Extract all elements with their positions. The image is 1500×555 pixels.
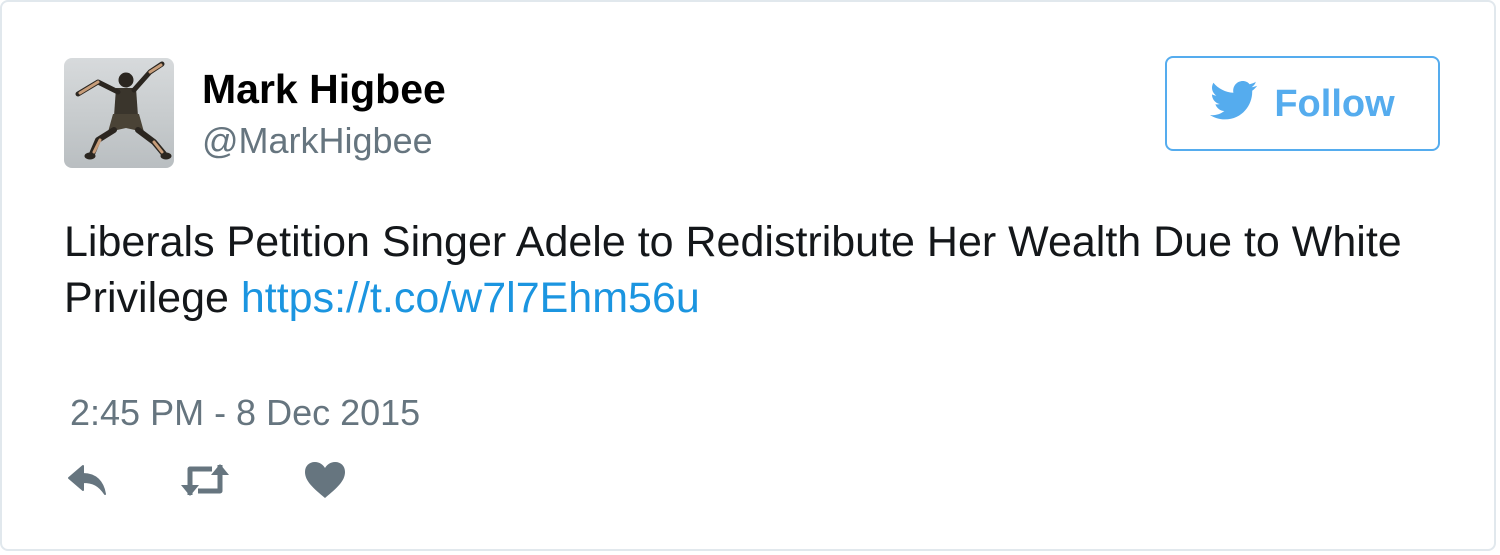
twitter-bird-icon (1210, 81, 1258, 126)
tweet-timestamp[interactable]: 2:45 PM - 8 Dec 2015 (70, 390, 420, 436)
author-name[interactable]: Mark Higbee (202, 64, 446, 114)
tweet-link[interactable]: https://t.co/w7l7Ehm56u (241, 274, 700, 322)
follow-button[interactable]: Follow (1165, 56, 1440, 151)
heart-icon (305, 462, 345, 498)
avatar[interactable] (64, 58, 174, 168)
retweet-icon (181, 464, 229, 496)
like-button[interactable] (302, 458, 348, 502)
reply-icon (68, 465, 106, 495)
retweet-button[interactable] (178, 458, 232, 502)
reply-button[interactable] (64, 458, 110, 502)
person-jumping-avatar-icon (75, 61, 172, 160)
follow-label: Follow (1274, 82, 1395, 125)
tweet-text: Liberals Petition Singer Adele to Redist… (64, 214, 1454, 326)
tweet-card: Mark Higbee @MarkHigbee Follow Liberals … (0, 0, 1496, 551)
author-handle[interactable]: @MarkHigbee (202, 118, 433, 164)
